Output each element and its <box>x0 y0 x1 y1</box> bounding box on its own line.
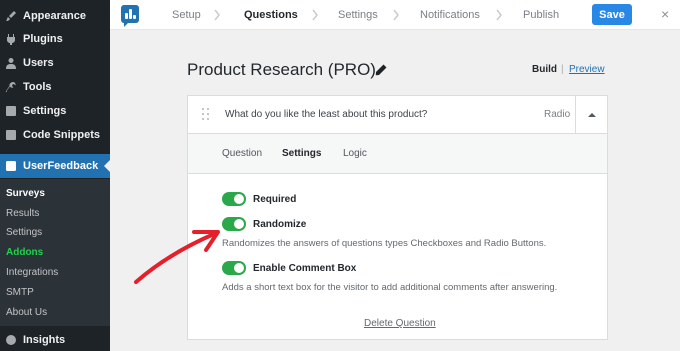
paintbrush-icon <box>5 10 17 22</box>
wrench-icon <box>5 81 17 93</box>
user-icon <box>5 57 17 69</box>
collapse-button[interactable] <box>575 96 607 133</box>
sidebar-item-label: Insights <box>23 334 66 346</box>
userfeedback-logo <box>121 5 139 27</box>
submenu-integrations[interactable]: Integrations <box>6 267 58 278</box>
code-icon <box>5 129 17 141</box>
tab-settings[interactable]: Settings <box>282 148 321 159</box>
close-icon[interactable]: × <box>661 6 669 22</box>
sidebar-item-tools[interactable]: Tools <box>0 75 110 99</box>
sidebar-item-label: Tools <box>23 81 52 93</box>
survey-title: Product Research (PRO) <box>187 60 376 79</box>
step-setup[interactable]: Setup <box>172 9 201 21</box>
sidebar-item-label: Settings <box>23 105 67 117</box>
tab-logic[interactable]: Logic <box>343 148 367 159</box>
submenu-settings[interactable]: Settings <box>6 227 42 238</box>
build-tab[interactable]: Build <box>532 64 557 75</box>
userfeedback-submenu: Surveys Results Settings Addons Integrat… <box>0 179 110 326</box>
submenu-addons[interactable]: Addons <box>6 247 43 258</box>
step-settings[interactable]: Settings <box>338 9 378 21</box>
sidebar-item-label: Users <box>23 57 54 69</box>
plug-icon <box>5 33 17 45</box>
comment-box-label: Enable Comment Box <box>253 263 357 274</box>
admin-sidebar: Appearance Plugins Users Tools Settings … <box>0 0 110 351</box>
required-toggle[interactable] <box>222 192 246 206</box>
sidebar-item-users[interactable]: Users <box>0 51 110 75</box>
question-text: What do you like the least about this pr… <box>225 109 428 120</box>
sidebar-item-plugins[interactable]: Plugins <box>0 27 110 51</box>
insights-icon <box>5 334 17 346</box>
sidebar-item-label: Plugins <box>23 33 63 45</box>
question-type: Radio <box>544 109 571 120</box>
active-menu-arrow <box>104 160 110 172</box>
sidebar-item-appearance[interactable]: Appearance <box>0 4 110 28</box>
randomize-label: Randomize <box>253 219 307 230</box>
question-tabs: Question Settings Logic <box>188 134 607 174</box>
sidebar-item-label: UserFeedback <box>23 160 99 172</box>
required-label: Required <box>253 194 297 205</box>
save-button[interactable]: Save <box>592 4 632 25</box>
survey-builder-topbar: Setup Questions Settings Notifications P… <box>110 0 680 30</box>
chevron-right-icon <box>213 8 221 21</box>
delete-question-link[interactable]: Delete Question <box>364 318 436 329</box>
separator: | <box>561 64 564 75</box>
submenu-about-us[interactable]: About Us <box>6 307 47 318</box>
chevron-up-icon <box>587 112 596 117</box>
step-notifications[interactable]: Notifications <box>420 9 480 21</box>
chevron-right-icon <box>392 8 400 21</box>
sidebar-item-insights[interactable]: Insights <box>0 328 110 351</box>
question-header[interactable]: What do you like the least about this pr… <box>188 96 607 134</box>
preview-link[interactable]: Preview <box>569 64 605 75</box>
pencil-icon[interactable] <box>375 63 387 76</box>
sidebar-item-userfeedback[interactable]: UserFeedback <box>0 154 110 178</box>
sidebar-item-code-snippets[interactable]: Code Snippets <box>0 123 110 147</box>
comment-box-toggle[interactable] <box>222 261 246 275</box>
question-card: What do you like the least about this pr… <box>187 95 608 340</box>
sidebar-item-settings[interactable]: Settings <box>0 99 110 123</box>
tab-question[interactable]: Question <box>222 148 262 159</box>
sidebar-item-label: Appearance <box>23 10 86 22</box>
submenu-results[interactable]: Results <box>6 208 39 219</box>
submenu-surveys[interactable]: Surveys <box>6 188 45 199</box>
randomize-toggle[interactable] <box>222 217 246 231</box>
chevron-right-icon <box>495 8 503 21</box>
userfeedback-icon <box>5 160 17 172</box>
sliders-icon <box>5 105 17 117</box>
step-publish[interactable]: Publish <box>523 9 559 21</box>
annotation-arrow-icon <box>134 230 220 284</box>
sidebar-item-label: Code Snippets <box>23 129 101 141</box>
comment-box-description: Adds a short text box for the visitor to… <box>222 282 558 293</box>
step-questions[interactable]: Questions <box>244 9 298 21</box>
drag-handle-icon[interactable] <box>202 108 210 122</box>
submenu-smtp[interactable]: SMTP <box>6 287 34 298</box>
chevron-right-icon <box>311 8 319 21</box>
randomize-description: Randomizes the answers of questions type… <box>222 238 547 249</box>
